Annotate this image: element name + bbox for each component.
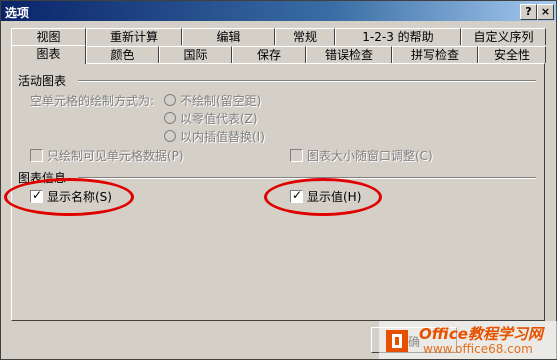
watermark-url: www.office68.com [423, 342, 533, 356]
tab-view[interactable]: 视图 [11, 28, 86, 45]
tab-row-1: 视图 重新计算 编辑 常规 1-2-3 的帮助 自定义序列 [11, 28, 546, 46]
dialog-title: 选项 [5, 6, 30, 20]
tab-error-checking[interactable]: 错误检查 [306, 46, 392, 63]
options-dialog: 选项 ? × 视图 重新计算 编辑 常规 1-2-3 的帮助 自定义序列 图表 … [0, 0, 557, 360]
red-highlight-ellipse [4, 178, 134, 216]
tab-security[interactable]: 安全性 [478, 46, 546, 63]
radio-circle-icon [164, 112, 176, 124]
tab-spelling[interactable]: 拼写检查 [392, 46, 478, 63]
red-highlight-ellipse [264, 178, 382, 216]
radio-zero[interactable]: 以零值代表(Z) [164, 110, 258, 127]
radio-circle-icon [164, 94, 176, 106]
watermark-title: Office教程学习网 [419, 325, 543, 343]
radio-not-plotted[interactable]: 不绘制(留空距) [164, 92, 261, 109]
tab-international[interactable]: 国际 [159, 46, 232, 63]
site-watermark: Office教程学习网 www.office68.com [379, 321, 557, 359]
checkbox-icon [30, 149, 43, 162]
radio-circle-icon [164, 130, 176, 142]
tab-chart[interactable]: 图表 [11, 45, 86, 64]
group-divider [78, 80, 536, 82]
checkbox-icon [290, 149, 303, 162]
tab-custom-lists[interactable]: 自定义序列 [461, 28, 546, 45]
tab-edit[interactable]: 编辑 [182, 28, 275, 45]
empty-cells-label: 空单元格的绘制方式为: [30, 94, 155, 108]
active-chart-group-title: 活动图表 [18, 74, 67, 88]
help-button[interactable]: ? [520, 4, 537, 20]
title-bar: 选项 ? × [1, 1, 556, 21]
radio-interpolated[interactable]: 以内插值替换(I) [164, 128, 265, 145]
plot-visible-only-checkbox[interactable]: 只绘制可见单元格数据(P) [30, 147, 184, 164]
tab-general[interactable]: 常规 [275, 28, 335, 45]
chart-sizes-with-window-checkbox[interactable]: 图表大小随窗口调整(C) [290, 147, 433, 164]
tab-row-2: 图表 颜色 国际 保存 错误检查 拼写检查 安全性 [11, 45, 546, 64]
close-button[interactable]: × [537, 4, 554, 20]
tab-lotus-help[interactable]: 1-2-3 的帮助 [335, 28, 461, 45]
tab-save[interactable]: 保存 [232, 46, 306, 63]
office-logo-icon [386, 330, 408, 352]
tab-recalc[interactable]: 重新计算 [86, 28, 182, 45]
chart-tab-panel: 活动图表 空单元格的绘制方式为: 不绘制(留空距) 以零值代表(Z) 以内插值替… [4, 63, 545, 321]
tab-color[interactable]: 颜色 [86, 46, 159, 63]
